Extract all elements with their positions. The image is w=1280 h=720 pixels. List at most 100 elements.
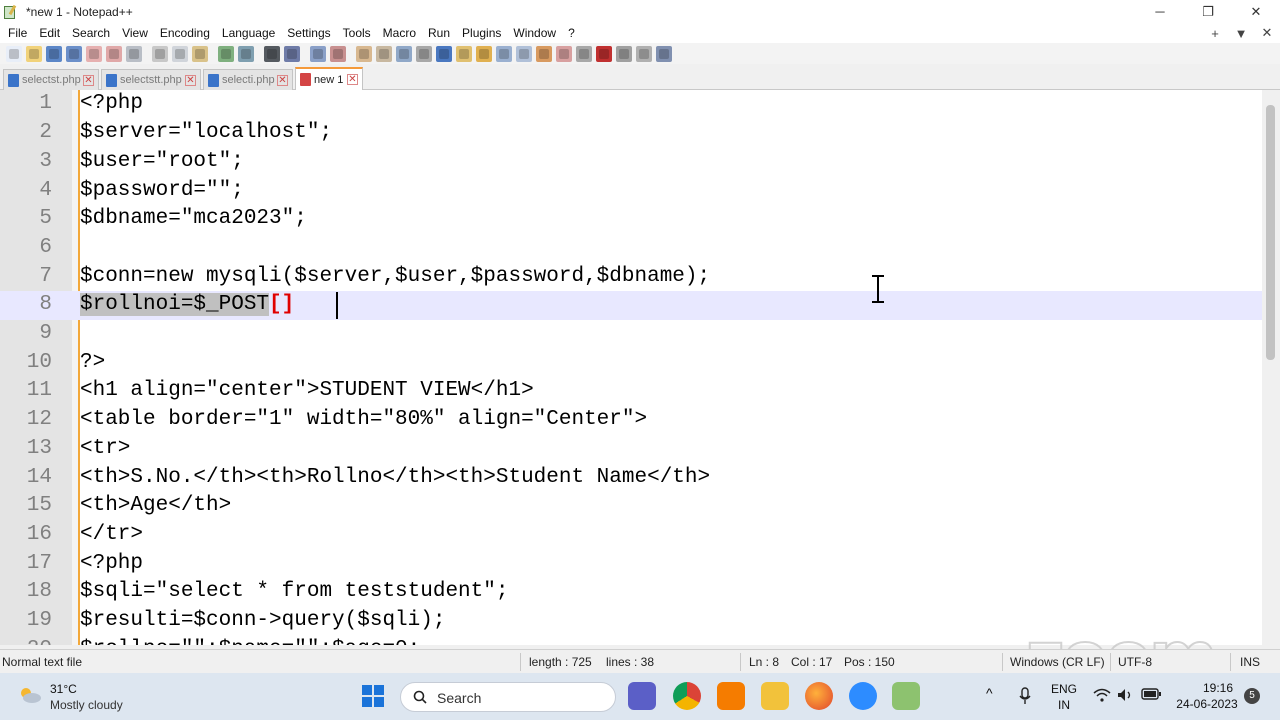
- code-line[interactable]: 3 $user="root";: [0, 148, 1262, 177]
- menu-settings[interactable]: Settings: [281, 23, 336, 43]
- tab-selectst[interactable]: selectst.php ✕: [3, 69, 99, 90]
- menu-help[interactable]: ?: [562, 23, 581, 43]
- tab-list-dropdown-icon[interactable]: ▼: [1228, 26, 1254, 41]
- clock-date[interactable]: 24-06-2023: [1174, 697, 1240, 711]
- folder-workspace-icon[interactable]: [516, 45, 532, 62]
- code-line[interactable]: 6: [0, 234, 1262, 263]
- weather-widget[interactable]: 31°C Mostly cloudy: [16, 680, 156, 714]
- show-hidden-icons-chevron[interactable]: ^: [986, 685, 993, 701]
- menu-macro[interactable]: Macro: [377, 23, 422, 43]
- close-all-icon[interactable]: [106, 45, 122, 62]
- wifi-icon[interactable]: [1093, 688, 1111, 702]
- close-icon[interactable]: [86, 45, 102, 62]
- clock-time[interactable]: 19:16: [1196, 681, 1240, 695]
- open-file-icon[interactable]: [26, 45, 42, 62]
- vertical-scrollbar[interactable]: [1262, 90, 1280, 645]
- status-encoding[interactable]: UTF-8: [1118, 655, 1152, 669]
- undo-icon[interactable]: [218, 45, 234, 62]
- save-macro-icon[interactable]: [636, 45, 652, 62]
- code-line[interactable]: 17 <?php: [0, 550, 1262, 579]
- menu-search[interactable]: Search: [66, 23, 116, 43]
- zoom-icon[interactable]: [849, 682, 877, 710]
- menu-view[interactable]: View: [116, 23, 154, 43]
- code-line[interactable]: 11 <h1 align="center">STUDENT VIEW</h1>: [0, 377, 1262, 406]
- macro-extra-icon[interactable]: [656, 45, 672, 62]
- indent-guide-icon[interactable]: [436, 45, 452, 62]
- status-eol[interactable]: Windows (CR LF): [1010, 655, 1105, 669]
- code-editor[interactable]: 1 <?php 2 $server="localhost"; 3 $user="roo…: [0, 90, 1280, 645]
- microphone-icon[interactable]: [1018, 687, 1032, 705]
- menu-file[interactable]: File: [0, 23, 33, 43]
- copy-icon[interactable]: [172, 45, 188, 62]
- function-list-icon[interactable]: [496, 45, 512, 62]
- code-line[interactable]: 12 <table border="1" width="80%" align="C…: [0, 406, 1262, 435]
- menu-window[interactable]: Window: [507, 23, 562, 43]
- minimize-button[interactable]: ─: [1136, 0, 1184, 23]
- tab-new-1[interactable]: new 1 ✕: [295, 67, 363, 90]
- print-icon[interactable]: [126, 45, 142, 62]
- cut-icon[interactable]: [152, 45, 168, 62]
- tab-selecti[interactable]: selecti.php ✕: [203, 69, 293, 90]
- battery-icon[interactable]: [1141, 688, 1161, 700]
- sync-vertical-icon[interactable]: [356, 45, 372, 62]
- tab-close-icon[interactable]: ✕: [277, 74, 288, 86]
- menu-plugins[interactable]: Plugins: [456, 23, 507, 43]
- menu-tools[interactable]: Tools: [337, 23, 377, 43]
- close-button[interactable]: ✕: [1232, 0, 1280, 23]
- chrome-icon[interactable]: [673, 682, 701, 710]
- menu-run[interactable]: Run: [422, 23, 456, 43]
- firefox-icon[interactable]: [805, 682, 833, 710]
- close-document-icon[interactable]: ✕: [1254, 25, 1280, 41]
- tab-selectstt[interactable]: selectstt.php ✕: [101, 69, 201, 90]
- sync-horizontal-icon[interactable]: [376, 45, 392, 62]
- xampp-icon[interactable]: [717, 682, 745, 710]
- tab-close-icon[interactable]: ✕: [347, 74, 358, 85]
- code-line[interactable]: 7 $conn=new mysqli($server,$user,$passwor…: [0, 263, 1262, 292]
- monitoring-icon[interactable]: [536, 45, 552, 62]
- zoom-in-icon[interactable]: [310, 45, 326, 62]
- menu-encoding[interactable]: Encoding: [154, 23, 216, 43]
- code-line[interactable]: 13 <tr>: [0, 435, 1262, 464]
- code-line[interactable]: 10 ?>: [0, 349, 1262, 378]
- menu-language[interactable]: Language: [216, 23, 281, 43]
- run-macro-multiple-icon[interactable]: [616, 45, 632, 62]
- code-line[interactable]: 2 $server="localhost";: [0, 119, 1262, 148]
- replace-icon[interactable]: [284, 45, 300, 62]
- maximize-button[interactable]: ❐: [1184, 0, 1232, 23]
- code-line[interactable]: 4 $password="";: [0, 177, 1262, 206]
- redo-icon[interactable]: [238, 45, 254, 62]
- play-macro-icon[interactable]: [596, 45, 612, 62]
- new-file-icon[interactable]: [6, 45, 22, 62]
- teams-icon[interactable]: [628, 682, 656, 710]
- paste-icon[interactable]: [192, 45, 208, 62]
- tab-close-icon[interactable]: ✕: [185, 74, 196, 86]
- code-line[interactable]: 9: [0, 320, 1262, 349]
- stop-macro-icon[interactable]: [576, 45, 592, 62]
- code-line[interactable]: 15 <th>Age</th>: [0, 492, 1262, 521]
- code-line[interactable]: 5 $dbname="mca2023";: [0, 205, 1262, 234]
- language-indicator-top[interactable]: ENG: [1050, 682, 1078, 696]
- code-line[interactable]: 1 <?php: [0, 90, 1262, 119]
- save-icon[interactable]: [46, 45, 62, 62]
- taskbar-search[interactable]: Search: [400, 682, 616, 712]
- all-characters-icon[interactable]: [416, 45, 432, 62]
- find-icon[interactable]: [264, 45, 280, 62]
- current-code-line[interactable]: 8 $rollnoi=$_POST[]: [0, 291, 1262, 320]
- code-line[interactable]: 16 </tr>: [0, 521, 1262, 550]
- notification-badge[interactable]: 5: [1244, 688, 1260, 704]
- zoom-out-icon[interactable]: [330, 45, 346, 62]
- add-tab-icon[interactable]: +: [1202, 26, 1228, 41]
- record-macro-icon[interactable]: [556, 45, 572, 62]
- code-line[interactable]: 18 $sqli="select * from teststudent";: [0, 578, 1262, 607]
- word-wrap-icon[interactable]: [396, 45, 412, 62]
- volume-icon[interactable]: [1117, 688, 1133, 702]
- start-button[interactable]: [362, 685, 384, 707]
- scrollbar-thumb[interactable]: [1266, 105, 1275, 360]
- code-line[interactable]: 14 <th>S.No.</th><th>Rollno</th><th>Stude…: [0, 464, 1262, 493]
- language-indicator-bottom[interactable]: IN: [1050, 698, 1078, 712]
- notepadpp-icon[interactable]: [892, 682, 920, 710]
- user-language-icon[interactable]: [456, 45, 472, 62]
- file-explorer-icon[interactable]: [761, 682, 789, 710]
- save-all-icon[interactable]: [66, 45, 82, 62]
- menu-edit[interactable]: Edit: [33, 23, 66, 43]
